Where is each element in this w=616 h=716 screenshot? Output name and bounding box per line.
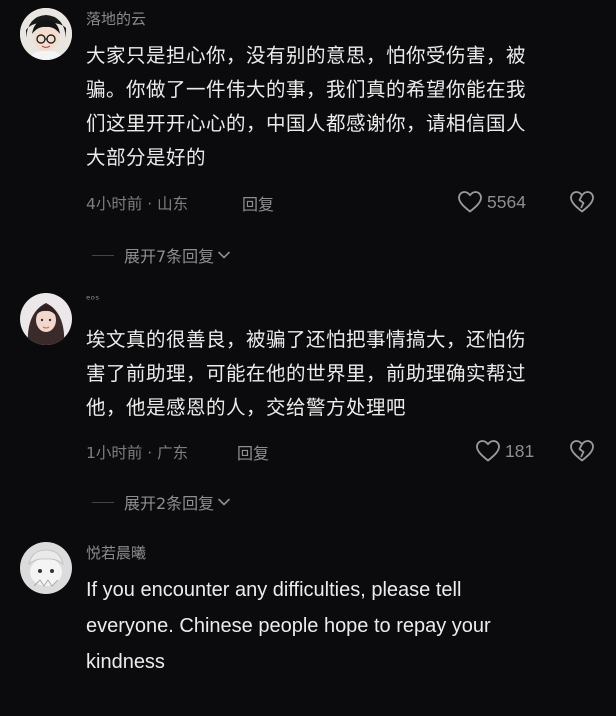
like-button[interactable]: 181 [475,439,534,463]
comment-meta: 4小时前 · 山东 [86,195,189,213]
comment-username[interactable]: 落地的云 [86,8,146,29]
heart-outline-icon [476,440,500,462]
avatar-image [20,293,72,345]
expand-replies-button[interactable]: 展开7条回复 [92,243,231,267]
comment-text-line: 他，他是感恩的人，交给警方处理吧 [86,396,407,419]
comment-username[interactable]: ᵉᵒˢ [86,293,99,306]
avatar[interactable] [20,293,72,345]
comment-text: 埃文真的很善良，被骗了还怕把事情搞大，还怕伤 害了前助理，可能在他的世界里，前助… [86,323,586,425]
comment-text-line: 骗。你做了一件伟大的事，我们真的希望你能在我 [86,78,527,101]
comment-text-line: 埃文真的很善良，被骗了还怕把事情搞大，还怕伤 [86,328,527,351]
chevron-down-icon [218,251,230,259]
broken-heart-icon [570,440,594,462]
comment-username[interactable]: 悦若晨曦 [86,542,146,563]
comment-text-line: 大家只是担心你，没有别的意思，怕你受伤害，被 [86,44,527,67]
comment-text-line: 们这里开开心心的，中国人都感谢你，请相信国人 [86,112,527,135]
dislike-button[interactable] [569,439,595,467]
reply-button[interactable]: 回复 [242,191,274,215]
comment-text-line: If you encounter any difficulties, pleas… [86,579,462,601]
avatar-image [20,542,72,594]
dislike-button[interactable] [569,190,595,218]
divider [92,501,114,503]
reply-button[interactable]: 回复 [237,440,269,464]
broken-heart-icon [570,191,594,213]
comment-text: 大家只是担心你，没有别的意思，怕你受伤害，被 骗。你做了一件伟大的事，我们真的希… [86,39,586,175]
chevron-down-icon [218,498,230,506]
avatar-image [20,8,72,60]
comment-text-line: 大部分是好的 [86,146,207,169]
like-count: 181 [505,440,535,461]
heart-outline-icon [458,191,482,213]
comment-text-line: everyone. Chinese people hope to repay y… [86,615,491,637]
comment-text-line: 害了前助理，可能在他的世界里，前助理确实帮过 [86,362,527,385]
comment-text: If you encounter any difficulties, pleas… [86,572,586,680]
like-button[interactable]: 5564 [457,190,526,214]
expand-replies-label: 展开2条回复 [124,494,215,513]
divider [92,254,114,256]
like-count: 5564 [487,191,526,212]
avatar[interactable] [20,8,72,60]
avatar[interactable] [20,542,72,594]
comment-text-line: kindness [86,651,165,673]
comment-meta: 1小时前 · 广东 [86,444,189,462]
expand-replies-label: 展开7条回复 [124,247,215,266]
expand-replies-button[interactable]: 展开2条回复 [92,490,231,514]
